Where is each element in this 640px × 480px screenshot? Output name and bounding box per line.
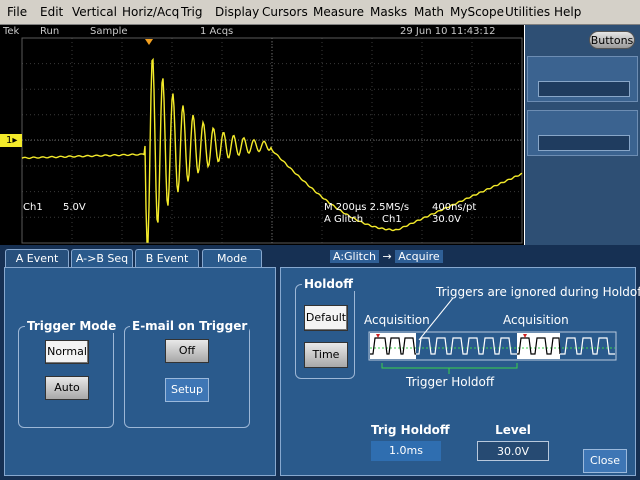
menu-trig[interactable]: Trig <box>181 5 202 19</box>
menu-measure[interactable]: Measure <box>313 5 364 19</box>
menu-file[interactable]: File <box>7 5 27 19</box>
trigger-level-readout: 30.0V <box>432 214 462 225</box>
trigger-mode-normal-button[interactable]: Normal <box>45 340 89 364</box>
holdoff-time-button[interactable]: Time <box>304 342 348 368</box>
trigger-breadcrumb: A:Glitch → Acquire <box>330 250 443 265</box>
side-panel: Buttons <box>525 25 640 245</box>
level-label: Level <box>495 423 531 437</box>
menu-help[interactable]: Help <box>554 5 581 19</box>
tab-b-event[interactable]: B Event <box>135 249 199 267</box>
menu-horiz-acq[interactable]: Horiz/Acq <box>122 5 179 19</box>
trigger-type-readout: A Glitch <box>324 214 364 225</box>
menu-vertical[interactable]: Vertical <box>72 5 117 19</box>
ch1-label: Ch1 <box>23 202 43 213</box>
holdoff-group: Holdoff Default Time <box>295 277 355 379</box>
side-readout-1[interactable] <box>527 56 638 102</box>
email-trigger-title: E-mail on Trigger <box>130 319 250 333</box>
trig-holdoff-value[interactable]: 1.0ms <box>371 441 441 461</box>
sample-interval: 400ns/pt <box>432 202 477 213</box>
a-event-panel: Trigger Mode Normal Auto E-mail on Trigg… <box>4 267 276 476</box>
menu-masks[interactable]: Masks <box>370 5 407 19</box>
tab-a-event[interactable]: A Event <box>5 249 69 267</box>
horizontal-readout: M 200µs 2.5MS/s <box>324 202 410 213</box>
holdoff-ignored-note: Triggers are ignored during Holdoff <box>436 285 640 299</box>
close-button[interactable]: Close <box>583 449 627 473</box>
tab-a-b-seq[interactable]: A->B Seq <box>71 249 133 267</box>
email-off-button[interactable]: Off <box>165 339 209 363</box>
menu-math[interactable]: Math <box>414 5 444 19</box>
menu-utilities[interactable]: Utilities <box>505 5 550 19</box>
buttons-button[interactable]: Buttons <box>589 31 635 49</box>
trigger-position-marker <box>145 39 153 45</box>
trigger-point-icon-left <box>376 334 380 338</box>
side-readout-2-field <box>538 135 630 151</box>
ch1-scale: 5.0V <box>63 202 86 213</box>
waveform-display[interactable]: Tek Run Sample 1 Acqs 29 Jun 10 11:43:12… <box>0 25 524 245</box>
menu-display[interactable]: Display <box>215 5 259 19</box>
holdoff-title: Holdoff <box>302 277 355 291</box>
trigger-mode-auto-button[interactable]: Auto <box>45 376 89 400</box>
acquisition-right-label: Acquisition <box>503 313 569 327</box>
email-setup-button[interactable]: Setup <box>165 378 209 402</box>
tab-mode[interactable]: Mode <box>202 249 262 267</box>
email-trigger-group: E-mail on Trigger Off Setup <box>124 319 250 428</box>
menu-cursors[interactable]: Cursors <box>262 5 308 19</box>
trigger-control-panel: A Event A->B Seq B Event Mode A:Glitch →… <box>0 245 640 480</box>
side-readout-2[interactable] <box>527 110 638 156</box>
breadcrumb-trigger: A:Glitch <box>330 250 380 263</box>
menu-myscope[interactable]: MyScope <box>450 5 504 19</box>
trigger-holdoff-diagram-label: Trigger Holdoff <box>406 375 495 389</box>
side-readout-1-field <box>538 81 630 97</box>
menu-bar: File Edit Vertical Horiz/Acq Trig Displa… <box>0 0 640 25</box>
trigger-source: Ch1 <box>382 214 402 225</box>
trigger-mode-title: Trigger Mode <box>25 319 119 333</box>
breadcrumb-target[interactable]: Acquire <box>395 250 443 263</box>
acquisition-left-label: Acquisition <box>364 313 430 327</box>
level-value[interactable]: 30.0V <box>477 441 549 461</box>
trigger-mode-group: Trigger Mode Normal Auto <box>18 319 119 428</box>
menu-edit[interactable]: Edit <box>40 5 63 19</box>
holdoff-panel: Holdoff Default Time Triggers are ignore… <box>280 267 640 476</box>
trigger-point-icon-right <box>523 334 527 338</box>
ch1-ground-marker[interactable]: 1▸ <box>0 134 22 147</box>
holdoff-default-button[interactable]: Default <box>304 305 348 331</box>
breadcrumb-arrow-icon: → <box>382 250 392 263</box>
trig-holdoff-label: Trig Holdoff <box>371 423 450 437</box>
